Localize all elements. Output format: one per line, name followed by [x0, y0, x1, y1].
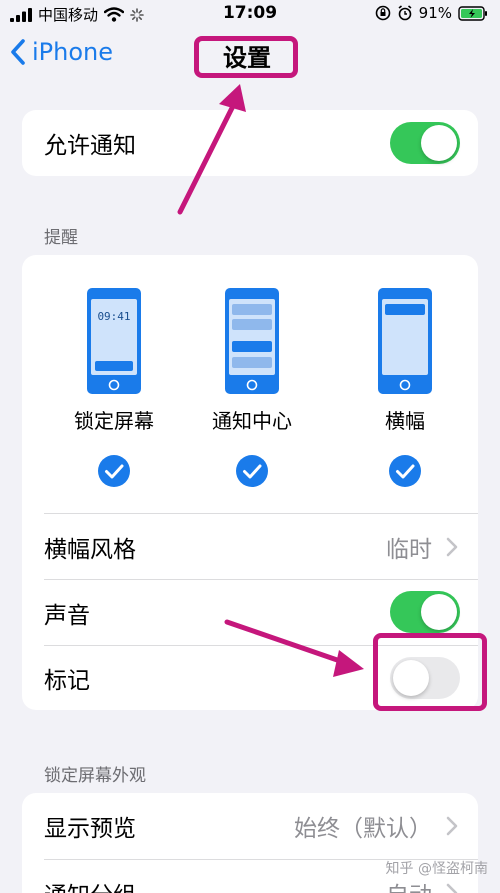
alert-style-label: 横幅 — [385, 409, 425, 433]
lock-screen-clock: 09:41 — [97, 310, 130, 323]
chevron-right-icon — [446, 816, 458, 836]
badges-label: 标记 — [44, 668, 90, 694]
status-bar: 中国移动 17:09 91% — [0, 0, 500, 30]
chevron-right-icon — [446, 883, 458, 893]
alert-style-notification-center[interactable]: 通知中心 — [187, 287, 317, 488]
show-previews-row[interactable]: 显示预览 始终（默认） — [22, 793, 478, 859]
notification-grouping-value: 自动 — [386, 876, 432, 893]
notification-grouping-label: 通知分组 — [44, 876, 136, 893]
allow-notifications-label: 允许通知 — [44, 133, 136, 159]
back-button-label: iPhone — [32, 38, 114, 66]
checkmark-circle-icon[interactable] — [388, 454, 422, 488]
checkmark-circle-icon[interactable] — [97, 454, 131, 488]
banner-style-value: 临时 — [386, 536, 432, 563]
sounds-toggle[interactable] — [390, 591, 460, 633]
sounds-label: 声音 — [44, 602, 90, 629]
banner-style-row[interactable]: 横幅风格 临时 — [22, 514, 478, 579]
show-previews-value: 始终（默认） — [294, 816, 432, 842]
battery-charging-icon — [458, 5, 487, 21]
notification-center-phone-icon — [225, 288, 279, 394]
chevron-right-icon — [446, 537, 458, 556]
alert-style-lock-screen[interactable]: 09:41 锁定屏幕 — [49, 287, 179, 488]
show-previews-label: 显示预览 — [44, 816, 136, 842]
lock-screen-phone-icon: 09:41 — [87, 288, 141, 394]
allow-notifications-row: 允许通知 — [22, 110, 478, 176]
orientation-lock-icon — [375, 5, 390, 21]
lock-screen-appearance-card: 显示预览 始终（默认） 通知分组 自动 — [22, 793, 478, 893]
banners-phone-icon — [378, 288, 432, 394]
alert-style-banners[interactable]: 横幅 — [340, 287, 470, 488]
toggle-knob — [421, 125, 457, 161]
allow-notifications-toggle[interactable] — [390, 122, 460, 164]
toggle-knob — [421, 594, 457, 630]
lock-screen-appearance-section-header: 锁定屏幕外观 — [44, 766, 146, 786]
alert-style-label: 锁定屏幕 — [74, 409, 154, 433]
alert-style-label: 通知中心 — [212, 409, 292, 433]
checkmark-circle-icon[interactable] — [235, 454, 269, 488]
chevron-left-icon — [11, 39, 25, 65]
allow-notifications-card: 允许通知 — [22, 110, 478, 176]
title-highlight-box — [194, 36, 298, 78]
watermark: 知乎 @怪盗柯南 — [385, 861, 488, 877]
alerts-section-header: 提醒 — [44, 228, 78, 248]
battery-percentage: 91% — [418, 4, 452, 22]
alarm-icon — [398, 5, 412, 21]
badges-toggle-highlight-box — [373, 633, 487, 711]
back-button[interactable]: iPhone — [10, 38, 113, 66]
banner-style-label: 横幅风格 — [44, 536, 136, 563]
